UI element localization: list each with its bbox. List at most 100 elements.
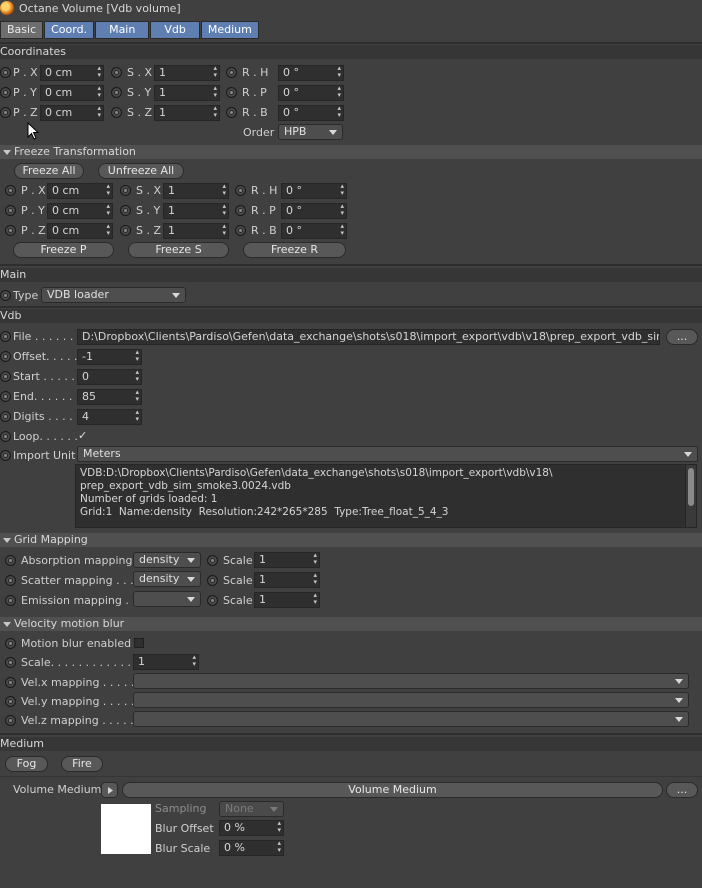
section-grid-mapping[interactable]: Grid Mapping <box>0 533 702 547</box>
offset-field[interactable]: -1 <box>77 349 142 365</box>
import-unit-dropdown[interactable]: Meters <box>77 446 698 462</box>
freeze-sz-field[interactable]: 1 <box>163 223 229 239</box>
anim-radio[interactable] <box>5 205 16 216</box>
freeze-r-button[interactable]: Freeze R <box>243 242 346 258</box>
anim-radio[interactable] <box>120 205 131 216</box>
order-dropdown[interactable]: HPB <box>278 124 343 140</box>
anim-radio[interactable] <box>235 205 246 216</box>
digits-field[interactable]: 4 <box>77 409 142 425</box>
tab-basic[interactable]: Basic <box>0 21 44 39</box>
anim-radio[interactable] <box>5 657 16 668</box>
start-field[interactable]: 0 <box>77 369 142 385</box>
anim-radio[interactable] <box>5 677 16 688</box>
info-scrollbar[interactable] <box>685 465 696 527</box>
expand-arrow-button[interactable] <box>101 782 118 798</box>
anim-radio[interactable] <box>235 185 246 196</box>
anim-radio[interactable] <box>235 225 246 236</box>
scatter-dropdown[interactable]: density <box>133 571 201 587</box>
sz-field[interactable]: 1 <box>154 105 220 121</box>
anim-radio[interactable] <box>226 87 237 98</box>
anim-radio[interactable] <box>111 67 122 78</box>
anim-radio[interactable] <box>5 696 16 707</box>
anim-radio[interactable] <box>0 290 11 301</box>
freeze-rb-field[interactable]: 0 ° <box>281 223 347 239</box>
section-freeze-transformation[interactable]: Freeze Transformation <box>0 145 702 159</box>
file-browse-button[interactable]: ... <box>666 329 698 345</box>
emission-dropdown[interactable] <box>133 591 201 607</box>
end-field[interactable]: 85 <box>77 389 142 405</box>
anim-radio[interactable] <box>120 185 131 196</box>
anim-radio[interactable] <box>5 555 16 566</box>
loop-checkbox[interactable]: ✓ <box>78 430 90 442</box>
vdb-info-textarea[interactable]: VDB:D:\Dropbox\Clients\Pardiso\Gefen\dat… <box>75 464 697 528</box>
anim-radio[interactable] <box>0 431 11 442</box>
scrollbar-thumb[interactable] <box>688 468 694 506</box>
anim-radio[interactable] <box>207 555 218 566</box>
freeze-rh-field[interactable]: 0 ° <box>281 183 347 199</box>
blur-scale-field[interactable]: 0 % <box>219 840 284 856</box>
anim-radio[interactable] <box>226 67 237 78</box>
anim-radio[interactable] <box>5 225 16 236</box>
volume-medium-link-button[interactable]: Volume Medium <box>122 782 663 798</box>
volume-medium-browse-button[interactable]: ... <box>666 782 698 798</box>
sx-field[interactable]: 1 <box>154 65 220 81</box>
velx-dropdown[interactable] <box>133 673 689 689</box>
anim-radio[interactable] <box>0 371 11 382</box>
anim-radio[interactable] <box>120 225 131 236</box>
anim-radio[interactable] <box>111 87 122 98</box>
file-path-field[interactable]: D:\Dropbox\Clients\Pardiso\Gefen\data_ex… <box>77 329 660 345</box>
blur-offset-field[interactable]: 0 % <box>219 820 284 836</box>
section-velocity-motion-blur[interactable]: Velocity motion blur <box>0 617 702 631</box>
anim-radio[interactable] <box>5 638 16 649</box>
rp-field[interactable]: 0 ° <box>278 85 344 101</box>
sy-field[interactable]: 1 <box>154 85 220 101</box>
freeze-all-button[interactable]: Freeze All <box>14 163 84 179</box>
tab-vdb[interactable]: Vdb <box>150 21 200 39</box>
px-field[interactable]: 0 cm <box>40 65 104 81</box>
rh-field[interactable]: 0 ° <box>278 65 344 81</box>
pz-field[interactable]: 0 cm <box>40 105 104 121</box>
anim-radio[interactable] <box>0 391 11 402</box>
freeze-rp-field[interactable]: 0 ° <box>281 203 347 219</box>
anim-radio[interactable] <box>0 67 11 78</box>
anim-radio[interactable] <box>111 107 122 118</box>
freeze-pz-field[interactable]: 0 cm <box>47 223 113 239</box>
freeze-py-field[interactable]: 0 cm <box>47 203 113 219</box>
tab-medium[interactable]: Medium <box>200 21 259 39</box>
anim-radio[interactable] <box>5 715 16 726</box>
py-field[interactable]: 0 cm <box>40 85 104 101</box>
type-dropdown[interactable]: VDB loader <box>41 287 186 303</box>
medium-preview-swatch[interactable] <box>101 804 151 854</box>
tab-coord[interactable]: Coord. <box>44 21 95 39</box>
velz-dropdown[interactable] <box>133 711 689 727</box>
anim-radio[interactable] <box>0 331 11 342</box>
freeze-sx-field[interactable]: 1 <box>163 183 229 199</box>
anim-radio[interactable] <box>5 575 16 586</box>
anim-radio[interactable] <box>207 575 218 586</box>
anim-radio[interactable] <box>0 450 11 461</box>
tab-main[interactable]: Main <box>95 21 150 39</box>
emission-scale-field[interactable]: 1 <box>254 592 320 608</box>
velocity-scale-field[interactable]: 1 <box>133 654 199 670</box>
anim-radio[interactable] <box>0 107 11 118</box>
vely-dropdown[interactable] <box>133 692 689 708</box>
freeze-sy-field[interactable]: 1 <box>163 203 229 219</box>
anim-radio[interactable] <box>0 351 11 362</box>
freeze-s-button[interactable]: Freeze S <box>128 242 229 258</box>
absorption-dropdown[interactable]: density <box>133 552 201 568</box>
freeze-p-button[interactable]: Freeze P <box>13 242 114 258</box>
anim-radio[interactable] <box>0 87 11 98</box>
motion-blur-enabled-checkbox[interactable] <box>134 638 144 648</box>
anim-radio[interactable] <box>5 185 16 196</box>
anim-radio[interactable] <box>207 595 218 606</box>
anim-radio[interactable] <box>5 595 16 606</box>
rb-field[interactable]: 0 ° <box>278 105 344 121</box>
scatter-scale-field[interactable]: 1 <box>254 572 320 588</box>
anim-radio[interactable] <box>0 411 11 422</box>
anim-radio[interactable] <box>226 107 237 118</box>
absorption-scale-field[interactable]: 1 <box>254 552 320 568</box>
freeze-px-field[interactable]: 0 cm <box>47 183 113 199</box>
unfreeze-all-button[interactable]: Unfreeze All <box>98 163 184 179</box>
fog-button[interactable]: Fog <box>5 756 48 772</box>
fire-button[interactable]: Fire <box>61 756 103 772</box>
